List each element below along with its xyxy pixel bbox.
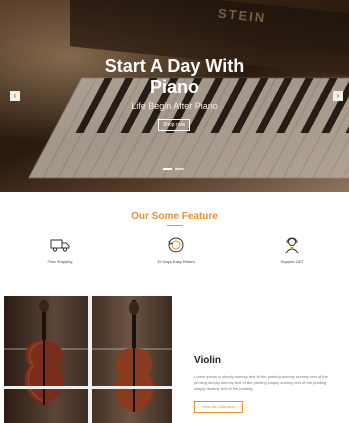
return-icon xyxy=(168,237,184,253)
support-icon xyxy=(285,237,299,254)
feature-free-shipping: Free Shipping xyxy=(20,236,100,264)
violin-photo xyxy=(4,296,172,423)
hero-title-line2: Piano xyxy=(149,77,199,97)
violin-illustration-right xyxy=(114,300,154,412)
truck-icon xyxy=(50,239,70,252)
photo-shelf-line xyxy=(4,386,172,389)
features-title: Our Some Feature xyxy=(131,211,218,222)
feature-label: Support 24/7 xyxy=(280,259,304,264)
view-collection-button[interactable]: View All Collection xyxy=(194,401,243,413)
hero-title-line1: Start A Day With xyxy=(104,56,245,76)
hero-title: Start A Day With Piano xyxy=(0,56,349,98)
product-title: Violin xyxy=(194,355,222,366)
slider-dot-1[interactable] xyxy=(163,168,172,170)
feature-label: Free Shipping xyxy=(47,259,73,264)
hero-subtitle: Life Begin After Piano xyxy=(131,101,218,111)
violin-illustration-left xyxy=(24,300,64,405)
feature-easy-return: 15 Days Easy Return xyxy=(136,236,216,264)
feature-support: Support 24/7 xyxy=(252,236,332,264)
slider-dot-2[interactable] xyxy=(175,168,184,170)
product-description: Lorem ipsum is simply dummy text of the … xyxy=(194,374,328,391)
photo-divider xyxy=(88,296,92,423)
slider-next-arrow-icon[interactable]: › xyxy=(333,91,343,101)
hero-shop-button[interactable]: Shop now xyxy=(158,119,190,131)
hero-slider: STEIN Start A Day With Piano Life Begin … xyxy=(0,0,349,192)
feature-label: 15 Days Easy Return xyxy=(157,259,195,264)
slider-dots xyxy=(163,168,184,170)
features-title-underline xyxy=(167,225,183,226)
slider-prev-arrow-icon[interactable]: ‹ xyxy=(10,91,20,101)
